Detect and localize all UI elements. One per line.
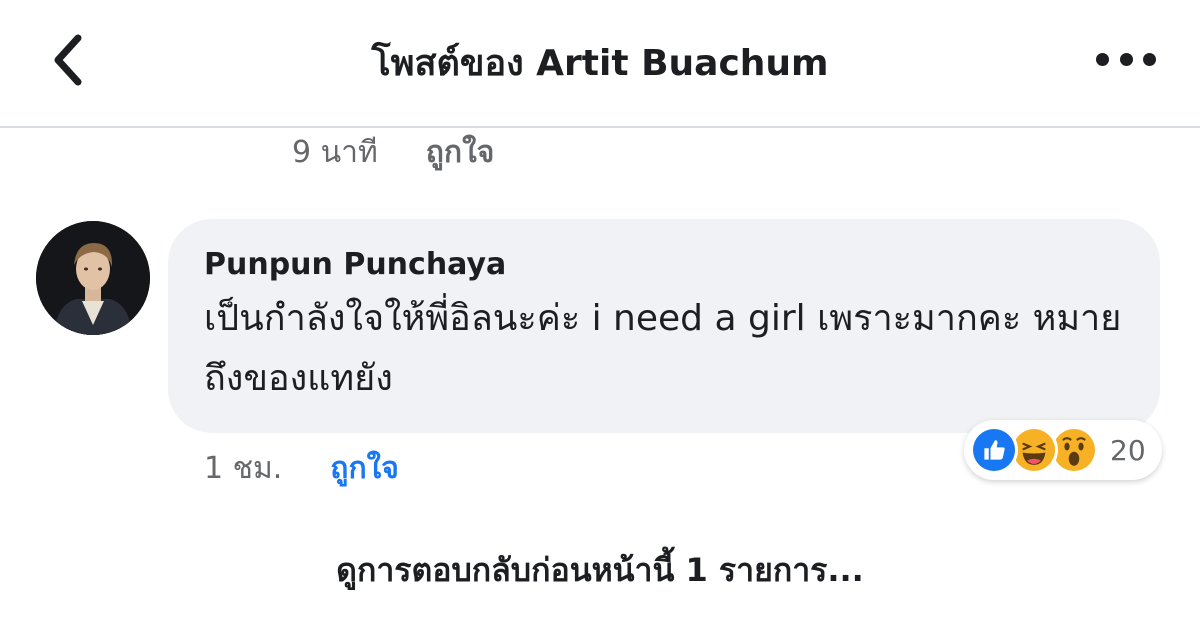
comment-time: 1 ชม. bbox=[204, 450, 283, 486]
chevron-left-icon bbox=[54, 34, 82, 86]
more-horizontal-icon-dot bbox=[1096, 52, 1109, 66]
reactions-summary[interactable]: 20 bbox=[964, 420, 1162, 480]
comment-like-link[interactable]: ถูกใจ bbox=[330, 445, 399, 492]
avatar[interactable] bbox=[36, 221, 150, 335]
previous-comment-time: 9 นาที bbox=[292, 134, 378, 170]
comment-author[interactable]: Punpun Punchaya bbox=[204, 245, 1124, 285]
previous-comment-meta: 9 นาที ถูกใจ bbox=[292, 132, 494, 172]
more-horizontal-icon-dot bbox=[1143, 52, 1156, 66]
reaction-count: 20 bbox=[1110, 433, 1146, 467]
view-previous-replies-link[interactable]: ดูการตอบกลับก่อนหน้านี้ 1 รายการ... bbox=[0, 545, 1200, 596]
more-horizontal-icon-dot bbox=[1119, 52, 1133, 66]
comment-text: เป็นกำลังใจให้พี่อิลนะค่ะ i need a girl … bbox=[204, 298, 1122, 399]
top-navigation-bar: โพสต์ของ Artit Buachum bbox=[0, 0, 1200, 128]
like-reaction-icon bbox=[970, 426, 1018, 474]
comment-bubble[interactable]: Punpun Punchaya เป็นกำลังใจให้พี่อิลนะค่… bbox=[168, 219, 1160, 433]
more-options-button[interactable] bbox=[1096, 48, 1156, 70]
profile-photo bbox=[36, 221, 150, 335]
previous-comment-like-link[interactable]: ถูกใจ bbox=[426, 129, 495, 176]
back-button[interactable] bbox=[44, 30, 96, 90]
comment-thread-screen: โพสต์ของ Artit Buachum 9 นาที ถูกใจ Punp… bbox=[0, 0, 1200, 630]
comment-meta: 1 ชม. ถูกใจ bbox=[204, 448, 399, 488]
page-title: โพสต์ของ Artit Buachum bbox=[371, 43, 829, 84]
